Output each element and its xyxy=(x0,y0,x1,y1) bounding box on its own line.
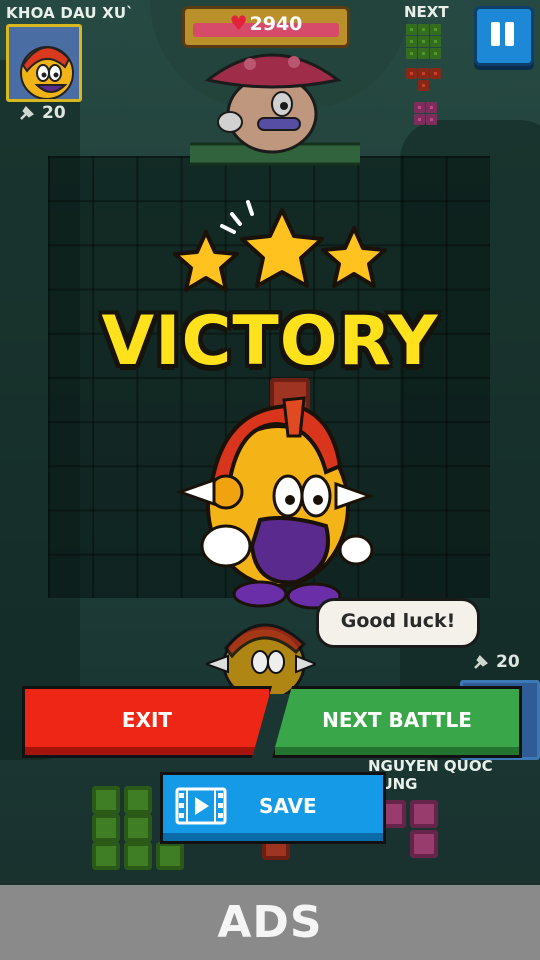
player1-name: KHOA DAU XU` xyxy=(6,4,135,22)
player2-character xyxy=(206,623,316,694)
pin-icon xyxy=(474,655,488,669)
boss-hp-bar: ♥ 2940 xyxy=(182,6,350,48)
ads-banner[interactable]: ADS xyxy=(0,885,540,960)
next-battle-button-label: NEXT BATTLE xyxy=(322,708,472,732)
pause-button[interactable] xyxy=(474,6,534,66)
speech-bubble: Good luck! xyxy=(316,598,480,648)
star-icon xyxy=(173,230,239,292)
player1-pins: 20 xyxy=(18,103,66,123)
star-icon xyxy=(240,208,324,288)
boss-hp-value: 2940 xyxy=(249,13,303,35)
pause-icon xyxy=(491,22,500,46)
ads-label: ADS xyxy=(217,897,323,948)
victory-stars xyxy=(173,200,387,292)
next-label: NEXT xyxy=(404,3,449,21)
player2-name: NGUYEN QUOC DUNG xyxy=(368,757,493,793)
speech-text: Good luck! xyxy=(340,610,456,632)
victory-title: VICTORY xyxy=(101,302,439,381)
player1-pins-value: 20 xyxy=(42,103,66,123)
film-strip-icon xyxy=(175,787,227,825)
next-battle-button[interactable]: NEXT BATTLE xyxy=(272,686,522,758)
exit-button[interactable]: EXIT xyxy=(22,686,272,758)
player2-pins-value: 20 xyxy=(496,652,520,672)
player2-pins: 20 xyxy=(472,652,520,672)
exit-button-label: EXIT xyxy=(121,708,173,732)
save-button[interactable]: SAVE xyxy=(160,772,386,844)
star-icon xyxy=(321,226,387,288)
hero-spartan-character xyxy=(176,396,375,610)
save-button-label: SAVE xyxy=(259,794,317,818)
heart-icon: ♥ xyxy=(229,11,248,35)
player1-avatar xyxy=(6,24,82,102)
pin-icon xyxy=(20,106,34,120)
